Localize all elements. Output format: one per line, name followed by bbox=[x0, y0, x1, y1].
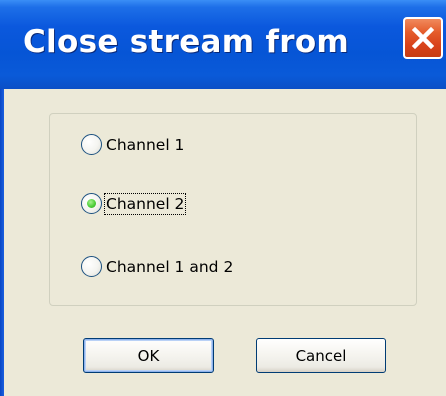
radio-option-channel-1[interactable]: Channel 1 bbox=[81, 134, 185, 155]
radio-button-channel-1-and-2[interactable] bbox=[81, 256, 102, 277]
window-title: Close stream from bbox=[23, 24, 350, 60]
ok-button[interactable]: OK bbox=[83, 338, 214, 373]
radio-option-channel-2[interactable]: Channel 2 bbox=[81, 192, 187, 215]
dialog-window: Close stream from Channel 1 Channel 2 Ch… bbox=[0, 0, 446, 396]
radio-label-channel-1-and-2: Channel 1 and 2 bbox=[106, 257, 234, 276]
title-bar[interactable]: Close stream from bbox=[0, 0, 446, 89]
close-icon bbox=[410, 25, 436, 51]
radio-label-channel-2: Channel 2 bbox=[103, 192, 187, 215]
close-button[interactable] bbox=[403, 17, 443, 59]
radio-button-channel-2[interactable] bbox=[81, 193, 102, 214]
cancel-button[interactable]: Cancel bbox=[256, 338, 386, 373]
window-left-border bbox=[0, 89, 4, 396]
radio-button-channel-1[interactable] bbox=[81, 134, 102, 155]
radio-label-channel-1: Channel 1 bbox=[106, 135, 185, 154]
radio-option-channel-1-and-2[interactable]: Channel 1 and 2 bbox=[81, 256, 234, 277]
